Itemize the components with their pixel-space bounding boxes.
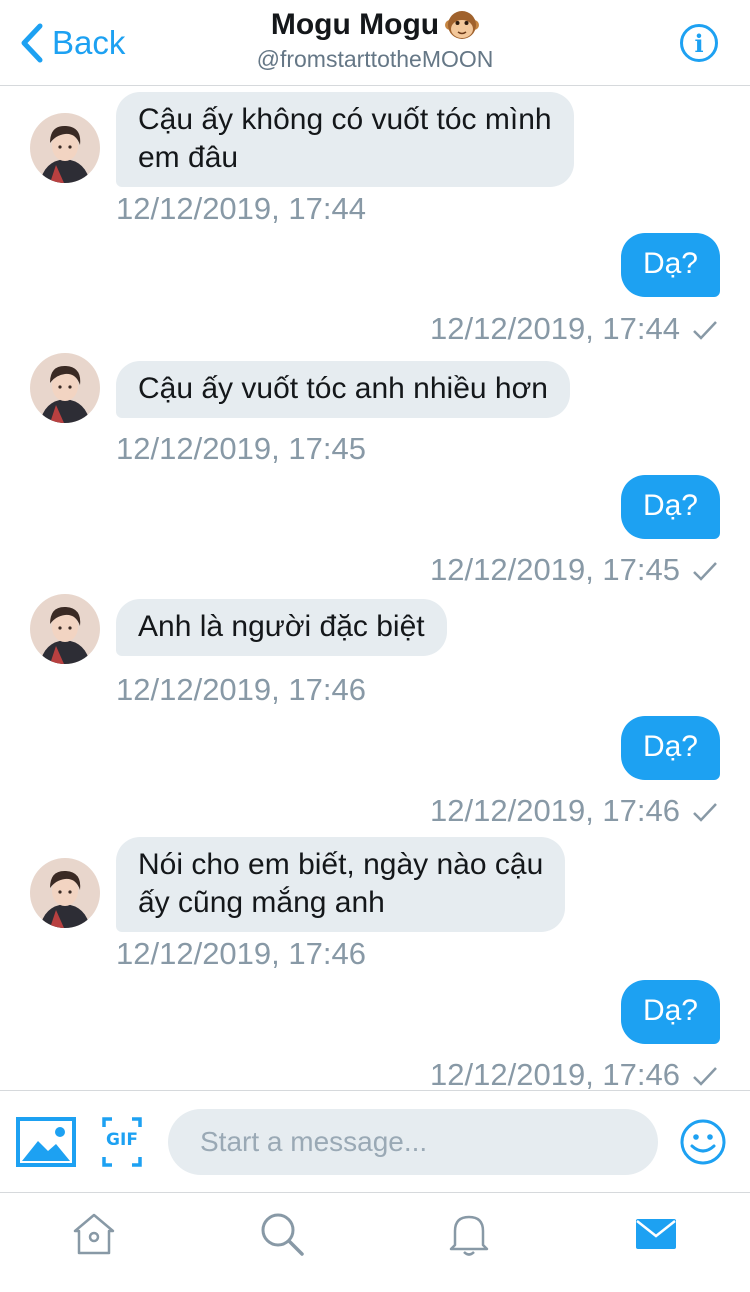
conversation-title-row: Mogu Mogu [270, 8, 480, 42]
message-line: Cậu ấy không có vuốt tóc mình [138, 103, 552, 136]
message-timestamp: 12/12/2019, 17:44 [116, 191, 366, 226]
message-line: em đâu [138, 141, 239, 174]
gif-label: GIF [106, 1130, 138, 1150]
avatar[interactable] [30, 353, 100, 423]
message-line: Dạ? [642, 994, 698, 1027]
message-line: Dạ? [642, 730, 698, 763]
message-line: Cậu ấy vuốt tóc anh nhiều hơn [138, 372, 548, 405]
message-timestamp: 12/12/2019, 17:46 [430, 1057, 680, 1090]
message-timestamp: 12/12/2019, 17:46 [430, 793, 680, 828]
message-line: ấy cũng mắng anh [138, 886, 385, 919]
incoming-message-bubble[interactable]: Cậu ấy vuốt tóc anh nhiều hơn [116, 361, 570, 418]
avatar-image [30, 594, 100, 664]
smiley-icon[interactable] [679, 1118, 727, 1166]
avatar[interactable] [30, 113, 100, 183]
notifications-bell-icon[interactable] [446, 1211, 492, 1257]
messages-envelope-icon[interactable] [633, 1211, 679, 1257]
checkmark-icon [693, 1067, 717, 1086]
message-input[interactable] [168, 1109, 658, 1175]
message-line: Anh là người đặc biệt [138, 610, 425, 643]
outgoing-message-bubble[interactable]: Dạ? [620, 233, 720, 297]
message-timestamp: 12/12/2019, 17:46 [116, 936, 366, 971]
message-line: Nói cho em biết, ngày nào cậu [138, 848, 544, 881]
message-line: Dạ? [642, 489, 698, 522]
outgoing-message-bubble[interactable]: Dạ? [620, 716, 720, 780]
home-icon[interactable] [71, 1211, 117, 1257]
incoming-message-bubble[interactable]: Cậu ấy không có vuốt tóc mình em đâu [116, 92, 574, 187]
conversation-handle: @fromstarttotheMOON [256, 46, 494, 72]
search-icon[interactable] [259, 1211, 305, 1257]
avatar-image [30, 113, 100, 183]
bottom-tab-bar [0, 1192, 750, 1292]
incoming-message-bubble[interactable]: Anh là người đặc biệt [116, 599, 447, 656]
incoming-message-bubble[interactable]: Nói cho em biết, ngày nào cậu ấy cũng mắ… [116, 837, 566, 932]
message-line: Dạ? [642, 247, 698, 280]
conversation-header: Back Mogu Mogu @fromstarttotheMOON i [0, 0, 750, 86]
gif-button[interactable]: GIF [102, 1117, 142, 1167]
avatar-image [30, 353, 100, 423]
checkmark-icon [693, 321, 717, 340]
checkmark-icon [693, 562, 717, 581]
header-title-block: Mogu Mogu @fromstarttotheMOON [0, 8, 750, 73]
info-icon: i [694, 28, 704, 58]
message-timestamp: 12/12/2019, 17:46 [116, 672, 366, 707]
checkmark-icon [693, 803, 717, 822]
outgoing-message-bubble[interactable]: Dạ? [620, 475, 720, 539]
message-timestamp: 12/12/2019, 17:44 [430, 311, 680, 346]
message-composer: GIF [0, 1090, 750, 1192]
info-button[interactable]: i [680, 24, 718, 62]
avatar[interactable] [30, 594, 100, 664]
image-icon[interactable] [16, 1117, 76, 1167]
conversation-title: Mogu Mogu [270, 8, 440, 41]
avatar[interactable] [30, 858, 100, 928]
message-list[interactable]: Cậu ấy không có vuốt tóc mình em đâu 12/… [0, 87, 750, 1090]
avatar-image [30, 858, 100, 928]
outgoing-message-bubble[interactable]: Dạ? [620, 980, 720, 1044]
message-timestamp: 12/12/2019, 17:45 [430, 552, 680, 587]
monkey-face-icon [445, 11, 480, 39]
message-timestamp: 12/12/2019, 17:45 [116, 431, 366, 466]
